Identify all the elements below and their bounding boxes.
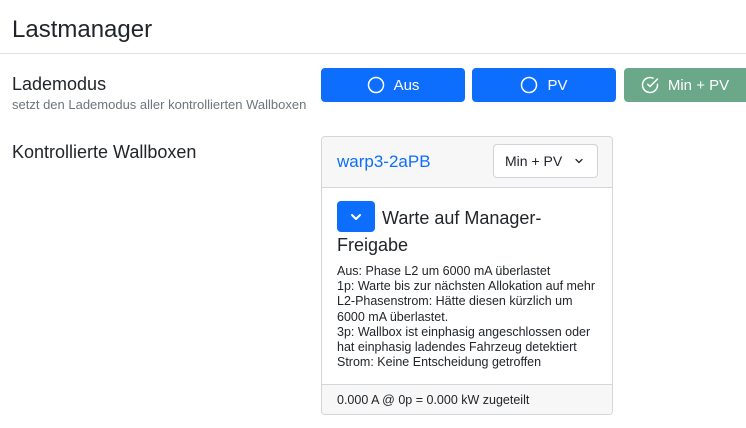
wallbox-card-header: warp3-2aPB Min + PV (322, 137, 612, 188)
wallbox-name-link[interactable]: warp3-2aPB (337, 152, 431, 172)
circle-icon (520, 76, 538, 94)
status-detail-line: 3p: Wallbox ist einphasig angeschlossen … (337, 324, 591, 355)
wallbox-status-details: Aus: Phase L2 um 6000 mA überlastet 1p: … (337, 264, 599, 370)
expand-details-button[interactable] (337, 201, 375, 232)
status-detail-line: 1p: Warte bis zur nächsten Allokation au… (337, 279, 596, 324)
wallbox-mode-select[interactable]: Min + PV (493, 144, 598, 178)
page-title: Lastmanager (12, 16, 153, 43)
wallbox-mode-select-value: Min + PV (505, 153, 563, 169)
status-detail-line: Strom: Keine Entscheidung getroffen (337, 355, 542, 370)
status-detail-line: Aus: Phase L2 um 6000 mA überlastet (337, 264, 551, 278)
charge-mode-label: Lademodus (12, 74, 107, 94)
wallbox-card-footer: 0.000 A @ 0p = 0.000 kW zugeteilt (322, 384, 612, 414)
chevron-down-icon (575, 158, 583, 164)
mode-button-min-pv[interactable]: Min + PV (624, 68, 746, 102)
charge-mode-description: setzt den Lademodus aller kontrollierten… (12, 97, 307, 112)
mode-button-pv[interactable]: PV (472, 68, 616, 102)
check-circle-icon (641, 76, 659, 94)
wallbox-status-title: Warte auf Manager-Freigabe (337, 208, 542, 255)
chevron-down-icon (351, 213, 361, 220)
circle-icon (367, 76, 385, 94)
mode-button-label: Aus (393, 76, 420, 94)
wallboxes-label: Kontrollierte Wallboxen (12, 142, 197, 162)
mode-button-aus[interactable]: Aus (321, 68, 465, 102)
title-divider (0, 53, 746, 54)
mode-button-label: PV (547, 76, 568, 94)
mode-button-label: Min + PV (667, 76, 730, 94)
load-manager-page: Lastmanager Lademodus setzt den Lademodu… (0, 0, 746, 428)
wallbox-allocation: 0.000 A @ 0p = 0.000 kW zugeteilt (337, 393, 530, 407)
wallbox-card: warp3-2aPB Min + PV Warte auf Manager-Fr… (321, 136, 613, 415)
